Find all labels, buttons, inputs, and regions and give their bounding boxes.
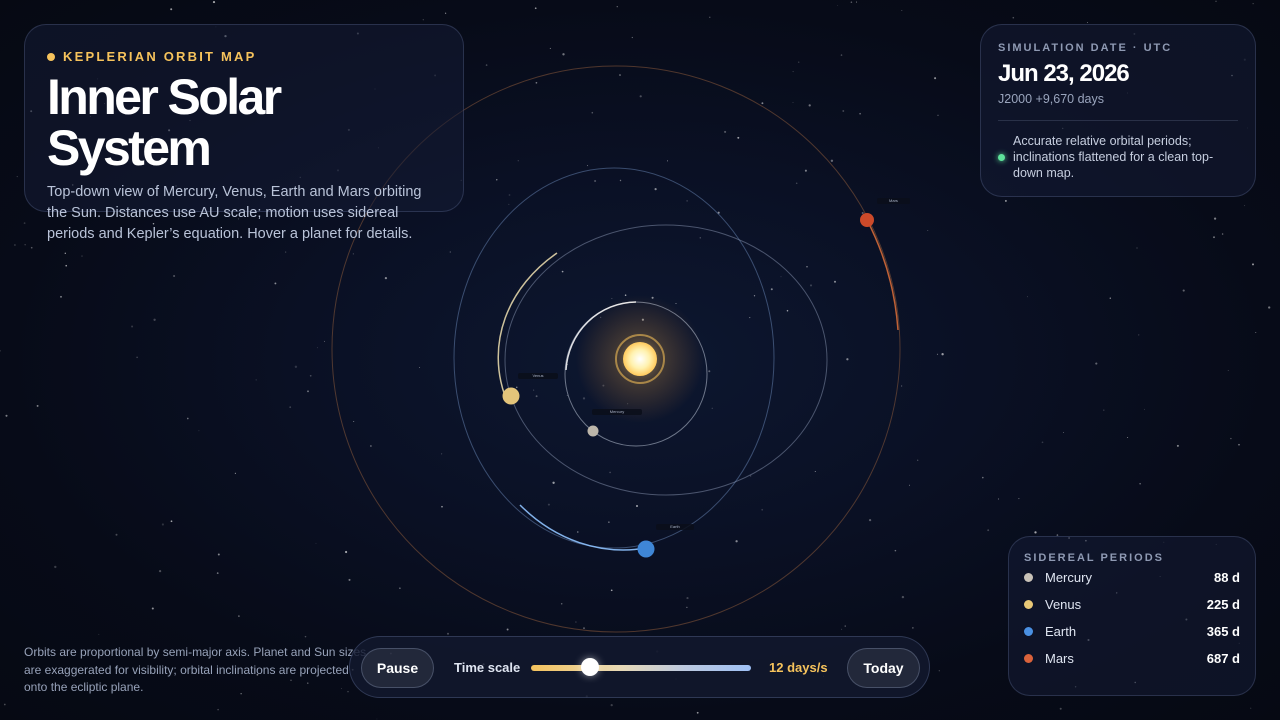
time-scale-slider[interactable] [531, 665, 751, 671]
simulation-date-label: SIMULATION DATE · UTC [998, 42, 1173, 54]
title-panel: KEPLERIAN ORBIT MAP Inner Solar System T… [24, 24, 464, 242]
period-name: Venus [1045, 597, 1082, 612]
footnote: Orbits are proportional by semi-major ax… [24, 645, 367, 694]
today-button[interactable]: Today [847, 648, 920, 688]
mars-dot-icon [1024, 654, 1033, 663]
sidereal-periods-panel: SIDEREAL PERIODS Mercury 88 d Venus 225 … [1008, 536, 1256, 696]
eyebrow-dot-icon [47, 52, 55, 61]
mercury-planet[interactable] [587, 425, 599, 437]
sidereal-periods-label: SIDEREAL PERIODS [1024, 552, 1164, 564]
sun[interactable] [623, 342, 657, 376]
time-scale-label: Time scale [454, 660, 521, 675]
playback-controls: Pause Time scale 12 days/s Today [349, 636, 930, 698]
period-value: 88 d [1213, 570, 1240, 585]
period-name: Mercury [1045, 570, 1092, 585]
divider [998, 120, 1238, 121]
simulation-date-panel: SIMULATION DATE · UTC Jun 23, 2026 J2000… [980, 24, 1256, 197]
mars-planet[interactable] [860, 213, 874, 227]
simulation-note: Accurate relative orbital periods; incli… [998, 133, 1238, 181]
period-row-earth[interactable]: Earth 365 d [1024, 618, 1240, 645]
earth-planet[interactable] [637, 540, 655, 558]
planet-tag-venus: Venus [518, 373, 558, 379]
period-row-mercury[interactable]: Mercury 88 d [1024, 564, 1240, 591]
period-value: 225 d [1206, 597, 1240, 612]
simulation-note-text: Accurate relative orbital periods; incli… [1013, 134, 1214, 180]
period-value: 687 d [1206, 651, 1240, 666]
eyebrow-label: KEPLERIAN ORBIT MAP [63, 49, 257, 64]
status-dot-icon [998, 153, 1005, 161]
planet-tag-mars: Mars [877, 198, 910, 204]
planet-tag-mercury: Mercury [592, 409, 642, 415]
earth-orbit-trail [519, 504, 647, 551]
pause-button[interactable]: Pause [361, 648, 434, 688]
period-value: 365 d [1206, 624, 1240, 639]
earth-dot-icon [1024, 627, 1033, 636]
mars-orbit-trail [866, 219, 899, 331]
page-description: Top-down view of Mercury, Venus, Earth a… [47, 184, 422, 242]
page-title: Inner Solar System [47, 69, 282, 176]
planet-tag-earth: Earth [656, 524, 694, 530]
simulation-date: Jun 23, 2026 [998, 60, 1130, 87]
period-name: Earth [1045, 624, 1077, 639]
time-scale-slider-thumb[interactable] [581, 658, 600, 676]
eyebrow: KEPLERIAN ORBIT MAP [47, 49, 441, 64]
period-name: Mars [1045, 651, 1074, 666]
period-row-mars[interactable]: Mars 687 d [1024, 645, 1240, 672]
venus-planet[interactable] [502, 387, 520, 405]
period-row-venus[interactable]: Venus 225 d [1024, 591, 1240, 618]
venus-dot-icon [1024, 600, 1033, 609]
simulation-epoch: J2000 +9,670 days [998, 92, 1104, 106]
mercury-dot-icon [1024, 573, 1033, 582]
time-scale-value: 12 days/s [769, 660, 828, 675]
